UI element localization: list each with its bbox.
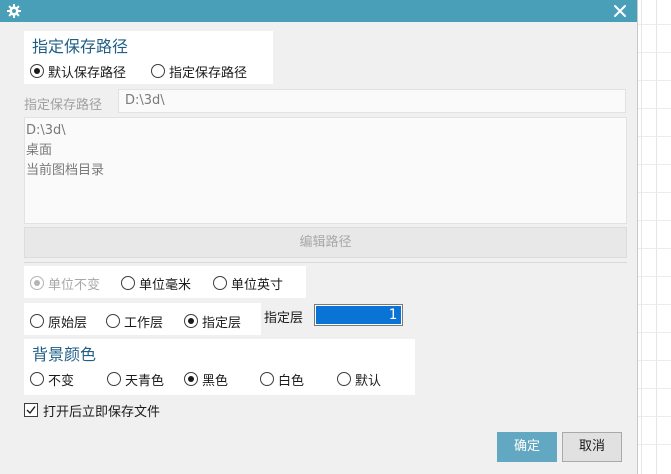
save-on-open-checkbox[interactable]: 打开后立即保存文件 (24, 400, 160, 420)
radio-circle[interactable] (30, 276, 44, 290)
checkbox-box[interactable] (24, 403, 38, 417)
radio-label: 天青色 (125, 373, 165, 389)
radio-circle[interactable] (184, 372, 198, 386)
radio-unit-unchanged[interactable]: 单位不变 (30, 273, 100, 293)
path-field-label: 指定保存路径 (24, 98, 103, 113)
radio-label: 原始层 (48, 315, 88, 331)
radio-label: 指定保存路径 (169, 65, 248, 81)
divider (24, 262, 627, 263)
radio-label: 单位不变 (48, 277, 101, 293)
cancel-button[interactable]: 取消 (562, 432, 622, 462)
close-icon[interactable] (611, 2, 629, 20)
list-item[interactable]: 当前图档目录 (26, 161, 625, 181)
radio-label: 单位英寸 (231, 277, 284, 293)
grid-line (641, 0, 642, 474)
radio-circle[interactable] (106, 314, 120, 328)
list-item[interactable]: D:\3d\ (26, 121, 625, 141)
list-item[interactable]: 桌面 (26, 141, 625, 161)
radio-circle[interactable] (337, 372, 351, 386)
radio-circle[interactable] (121, 276, 135, 290)
radio-original-layer[interactable]: 原始层 (30, 311, 87, 331)
layer-value: 1 (316, 306, 401, 324)
radio-circle[interactable] (260, 372, 274, 386)
radio-bg-white[interactable]: 白色 (260, 369, 304, 389)
radio-circle[interactable] (107, 372, 121, 386)
radio-label: 默认 (355, 373, 382, 389)
checkbox-label: 打开后立即保存文件 (43, 404, 161, 420)
background-color-title: 背景颜色 (32, 345, 97, 364)
layer-number-input[interactable]: 1 (314, 304, 403, 326)
radio-label: 单位毫米 (139, 277, 192, 293)
radio-circle[interactable] (30, 372, 44, 386)
radio-bg-default[interactable]: 默认 (337, 369, 381, 389)
radio-label: 黑色 (202, 373, 229, 389)
radio-bg-black[interactable]: 黑色 (184, 369, 228, 389)
radio-label: 默认保存路径 (48, 65, 127, 81)
radio-circle[interactable] (30, 314, 44, 328)
radio-label: 不变 (48, 373, 75, 389)
radio-label: 工作层 (124, 315, 164, 331)
title-bar (0, 0, 637, 22)
radio-unit-mm[interactable]: 单位毫米 (121, 273, 191, 293)
save-settings-dialog: 指定保存路径 默认保存路径 指定保存路径 指定保存路径 D:\3d\ D:\3d… (0, 0, 638, 474)
radio-circle[interactable] (213, 276, 227, 290)
layer-label: 指定层 (264, 311, 304, 326)
radio-bg-unchanged[interactable]: 不变 (30, 369, 74, 389)
save-path-title: 指定保存路径 (32, 37, 129, 56)
grid-line (656, 0, 657, 474)
radio-unit-inch[interactable]: 单位英寸 (213, 273, 283, 293)
radio-custom-path[interactable]: 指定保存路径 (151, 61, 247, 81)
radio-label: 指定层 (202, 315, 242, 331)
radio-specified-layer[interactable]: 指定层 (184, 311, 241, 331)
radio-default-path[interactable]: 默认保存路径 (30, 61, 126, 81)
edit-path-button[interactable]: 编辑路径 (24, 227, 627, 258)
checkmark-icon (26, 406, 36, 415)
radio-circle[interactable] (184, 314, 198, 328)
radio-circle[interactable] (30, 64, 44, 78)
gear-icon[interactable] (6, 3, 22, 19)
radio-circle[interactable] (151, 64, 165, 78)
path-input[interactable]: D:\3d\ (118, 89, 626, 113)
radio-bg-cyan[interactable]: 天青色 (107, 369, 164, 389)
path-list[interactable]: D:\3d\ 桌面 当前图档目录 (24, 117, 627, 224)
radio-label: 白色 (278, 373, 305, 389)
ok-button[interactable]: 确定 (497, 432, 557, 462)
radio-work-layer[interactable]: 工作层 (106, 311, 163, 331)
